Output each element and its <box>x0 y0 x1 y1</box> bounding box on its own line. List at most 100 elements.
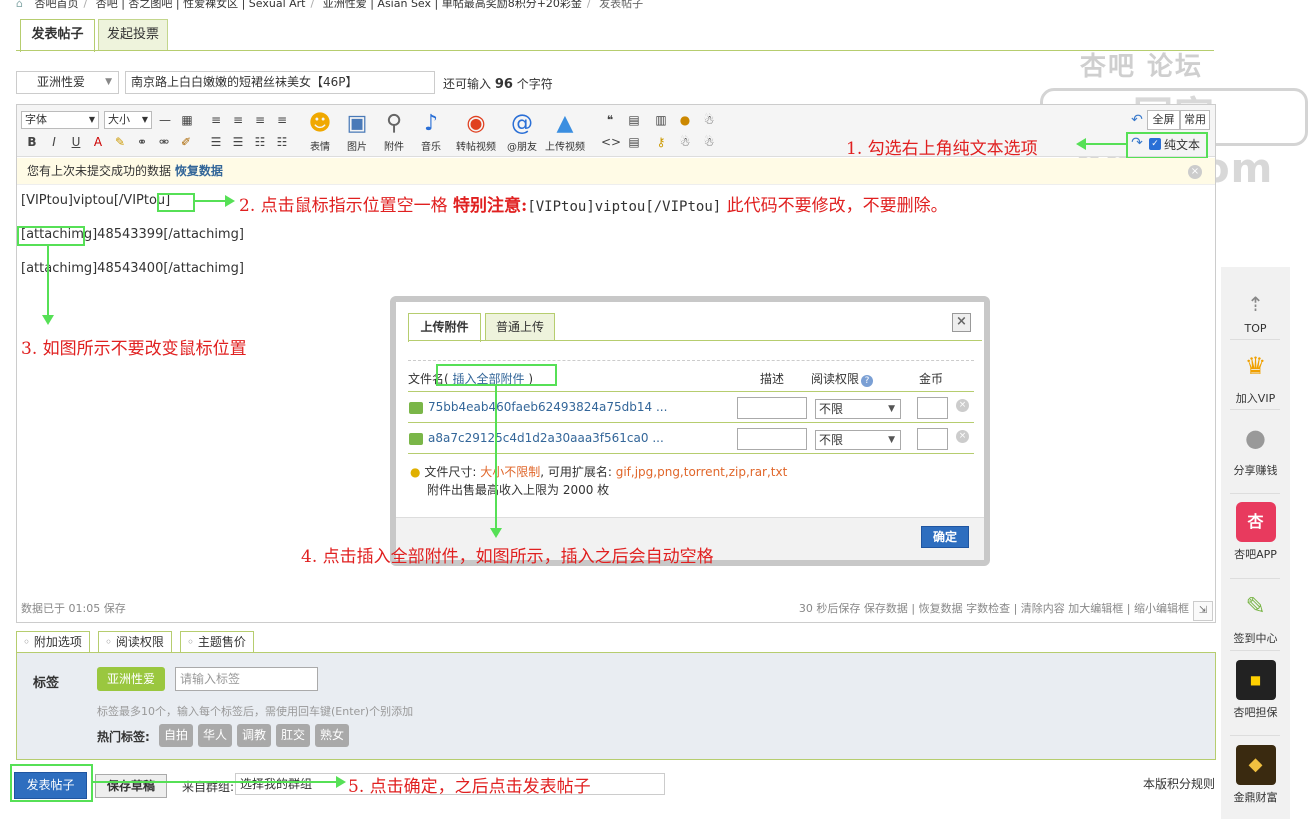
file-name-1[interactable]: 75bb4eab460faeb62493824a75db14 ... <box>428 400 667 414</box>
video-repost-button[interactable]: ◉ 转帖视频 <box>453 110 499 153</box>
tab-extra-options[interactable]: 附加选项 <box>16 631 90 653</box>
delete-icon[interactable]: × <box>956 399 969 412</box>
plaintext-checkbox[interactable]: ✓ <box>1149 138 1161 150</box>
editor-actions[interactable]: 30 秒后保存 保存数据 | 恢复数据 字数检查 | 清除内容 加大编辑框 | … <box>799 598 1189 620</box>
category-select[interactable]: 亚洲性爱 ▼ <box>16 71 119 94</box>
code-block-icon[interactable]: ▤ <box>625 112 643 128</box>
tab-normal-upload[interactable]: 普通上传 <box>485 313 555 341</box>
home-icon[interactable]: ⌂ <box>16 0 23 10</box>
arrow-line-1 <box>1084 143 1126 145</box>
tag-chip[interactable]: 亚洲性爱 <box>97 667 165 691</box>
row-divider <box>408 422 974 423</box>
highlight-icon[interactable]: ✎ <box>111 134 129 150</box>
page-icon[interactable]: ▤ <box>625 134 643 150</box>
hot-tag[interactable]: 调教 <box>237 724 271 747</box>
unlink-icon[interactable]: ⚮ <box>155 134 173 150</box>
code-icon[interactable]: <> <box>601 134 621 150</box>
row-divider <box>408 453 974 454</box>
hot-tags-label: 热门标签: <box>97 730 150 744</box>
tab-thread-price[interactable]: 主题售价 <box>180 631 254 653</box>
floatbar-share[interactable]: ● 分享赚钱 <box>1221 418 1290 478</box>
upload-video-button[interactable]: ▲ 上传视频 <box>542 110 588 153</box>
dialog-tab-divider <box>408 340 982 341</box>
italic-icon[interactable]: I <box>45 134 63 150</box>
editor-line-1[interactable]: [VIPtou]viptou[/VIPtou] <box>21 193 170 208</box>
dialog-close-icon[interactable]: × <box>952 313 971 332</box>
tab-post[interactable]: 发表帖子 <box>20 19 95 52</box>
restore-data-link[interactable]: 恢复数据 <box>175 164 223 178</box>
mention-button[interactable]: @ @朋友 <box>500 110 544 153</box>
common-button[interactable]: 常用 <box>1180 110 1210 130</box>
floatbar-checkin[interactable]: ✎ 签到中心 <box>1221 586 1290 646</box>
qq-icon[interactable]: ☃ <box>700 112 718 128</box>
breadcrumb-forum[interactable]: 杏吧 | 杏之图吧 | 性爱裸女区 | Sexual Art <box>96 0 306 10</box>
floatbar-app[interactable]: 杏杏吧APP <box>1221 502 1290 562</box>
confirm-button[interactable]: 确定 <box>921 526 969 548</box>
post-button[interactable]: 发表帖子 <box>14 772 87 799</box>
qq2-icon[interactable]: ☃ <box>676 134 694 150</box>
bold-icon[interactable]: B <box>23 134 41 150</box>
underline-icon[interactable]: U <box>67 134 85 150</box>
editor-line-3[interactable]: [attachimg]48543400[/attachimg] <box>21 261 244 276</box>
quote-icon[interactable]: ❝ <box>601 112 619 128</box>
guarantee-icon: ■ <box>1235 660 1276 700</box>
floatbar-vip[interactable]: ♛ 加入VIP <box>1221 346 1290 406</box>
cursor-highlight-1 <box>157 193 195 212</box>
link-icon[interactable]: ⚭ <box>133 134 151 150</box>
breadcrumb-home[interactable]: 杏吧首页 <box>34 0 78 10</box>
font-select[interactable]: 字体 ▼ <box>21 111 99 129</box>
align-justify-icon[interactable]: ≡ <box>273 112 291 128</box>
breadcrumb-current: 发表帖子 <box>599 0 644 10</box>
floatbar-top[interactable]: ⇡ TOP <box>1221 290 1290 335</box>
dialog-divider <box>408 360 974 361</box>
rules-link[interactable]: 本版积分规则 <box>1143 775 1215 792</box>
fullscreen-button[interactable]: 全屏 <box>1147 110 1180 130</box>
hot-tag[interactable]: 自拍 <box>159 724 193 747</box>
qq3-icon[interactable]: ☃ <box>700 134 718 150</box>
clear-format-icon[interactable]: ✐ <box>177 134 195 150</box>
file-coin-input-2[interactable] <box>917 428 948 450</box>
text-color-icon[interactable]: A <box>89 134 107 150</box>
align-right-icon[interactable]: ≡ <box>251 112 269 128</box>
hr-icon[interactable]: — <box>156 112 174 128</box>
key-icon[interactable]: ⚷ <box>652 134 670 150</box>
floatbar-guarantee[interactable]: ■ 杏吧担保 <box>1221 660 1290 720</box>
table-icon[interactable]: ▦ <box>178 112 196 128</box>
align-center-icon[interactable]: ≡ <box>229 112 247 128</box>
tab-upload-attachment[interactable]: 上传附件 <box>408 313 481 342</box>
size-select[interactable]: 大小 ▼ <box>104 111 152 129</box>
save-draft-button[interactable]: 保存草稿 <box>95 774 167 798</box>
tag-input[interactable]: 请输入标签 <box>175 667 318 691</box>
upload-arrow-icon: ▲ <box>556 111 574 136</box>
free-icon[interactable]: ▥ <box>652 112 670 128</box>
indent-icon[interactable]: ☰ <box>207 134 225 150</box>
hot-tag[interactable]: 熟女 <box>315 724 349 747</box>
ordered-list-icon[interactable]: ☷ <box>251 134 269 150</box>
file-name-2[interactable]: a8a7c29125c4d1d2a30aaa3f561ca0 ... <box>428 431 664 445</box>
close-icon[interactable]: × <box>1188 165 1202 179</box>
bg-icon[interactable]: ● <box>676 112 694 128</box>
annotation-3: 3. 如图所示不要改变鼠标位置 <box>21 339 247 359</box>
file-perm-select-1[interactable]: 不限 ▼ <box>815 399 901 419</box>
file-coin-input-1[interactable] <box>917 397 948 419</box>
hot-tag[interactable]: 肛交 <box>276 724 310 747</box>
outdent-icon[interactable]: ☰ <box>229 134 247 150</box>
breadcrumb-board[interactable]: 亚洲性爱 | Asian Sex | 单帖最高奖励8积分+20彩金 <box>323 0 582 10</box>
cursor-highlight-2 <box>17 226 85 246</box>
tab-poll[interactable]: 发起投票 <box>98 19 168 51</box>
title-input[interactable]: 南京路上白白嫩嫩的短裙丝袜美女【46P】 <box>125 71 435 94</box>
file-desc-input-2[interactable] <box>737 428 807 450</box>
file-desc-input-1[interactable] <box>737 397 807 419</box>
tab-read-perm[interactable]: 阅读权限 <box>98 631 172 653</box>
floatbar-wealth[interactable]: ◆ 金鼎财富 <box>1221 745 1290 805</box>
unordered-list-icon[interactable]: ☷ <box>273 134 291 150</box>
undo-icon[interactable]: ↶ <box>1128 112 1146 128</box>
align-left-icon[interactable]: ≡ <box>207 112 225 128</box>
delete-icon[interactable]: × <box>956 430 969 443</box>
help-icon[interactable]: ? <box>861 375 874 387</box>
hot-tag[interactable]: 华人 <box>198 724 232 747</box>
file-perm-select-2[interactable]: 不限 ▼ <box>815 430 901 450</box>
char-count-value: 96 <box>494 77 513 92</box>
music-button[interactable]: ♪ 音乐 <box>409 110 453 153</box>
resize-icon[interactable]: ⇲ <box>1193 601 1213 621</box>
